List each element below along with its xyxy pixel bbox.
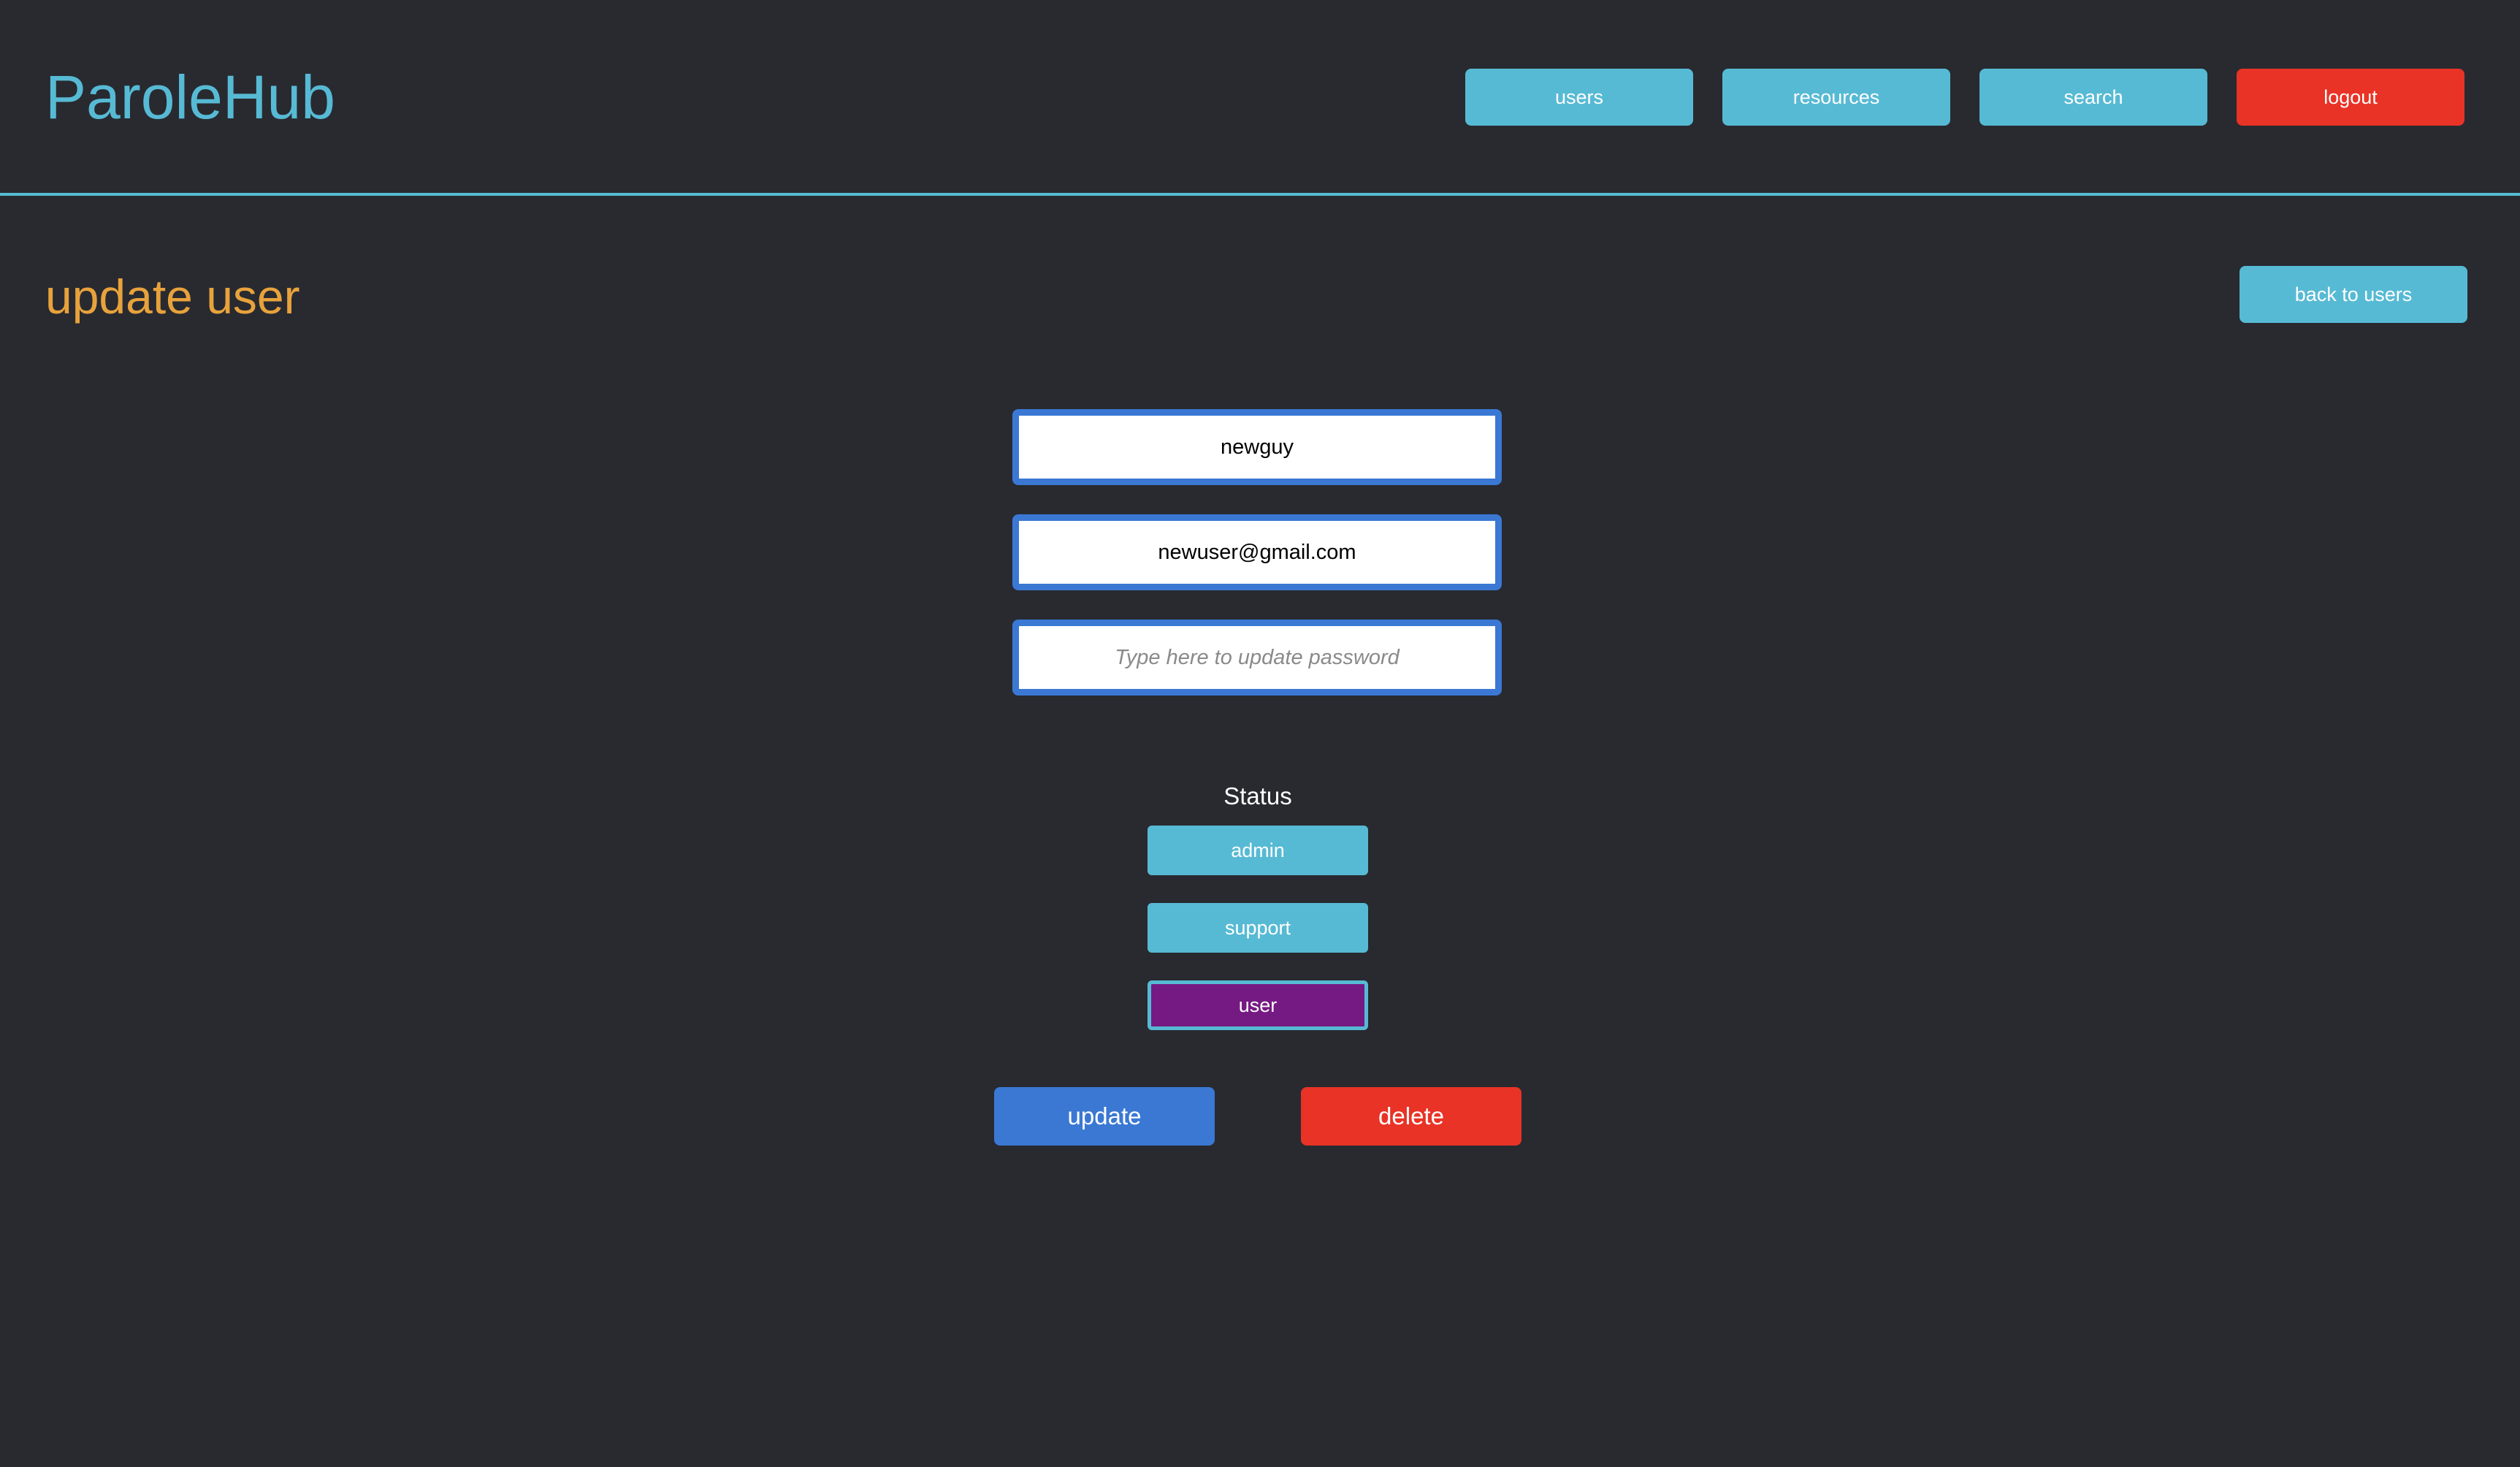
header: ParoleHub users resources search logout bbox=[0, 0, 2520, 196]
status-admin-button[interactable]: admin bbox=[1148, 826, 1368, 875]
username-field[interactable] bbox=[1012, 409, 1502, 485]
nav-users-button[interactable]: users bbox=[1465, 69, 1693, 126]
app-logo[interactable]: ParoleHub bbox=[45, 57, 335, 137]
status-support-button[interactable]: support bbox=[1148, 903, 1368, 953]
delete-button[interactable]: delete bbox=[1301, 1087, 1521, 1146]
nav-resources-button[interactable]: resources bbox=[1722, 69, 1950, 126]
status-user-button[interactable]: user bbox=[1148, 980, 1368, 1030]
password-field[interactable] bbox=[1012, 620, 1502, 696]
status-label: Status bbox=[1223, 782, 1292, 809]
logout-button[interactable]: logout bbox=[2237, 69, 2464, 126]
email-field[interactable] bbox=[1012, 514, 1502, 590]
nav-search-button[interactable]: search bbox=[1979, 69, 2207, 126]
update-button[interactable]: update bbox=[994, 1087, 1215, 1146]
page-title: update user bbox=[45, 270, 300, 324]
back-to-users-button[interactable]: back to users bbox=[2240, 266, 2467, 323]
